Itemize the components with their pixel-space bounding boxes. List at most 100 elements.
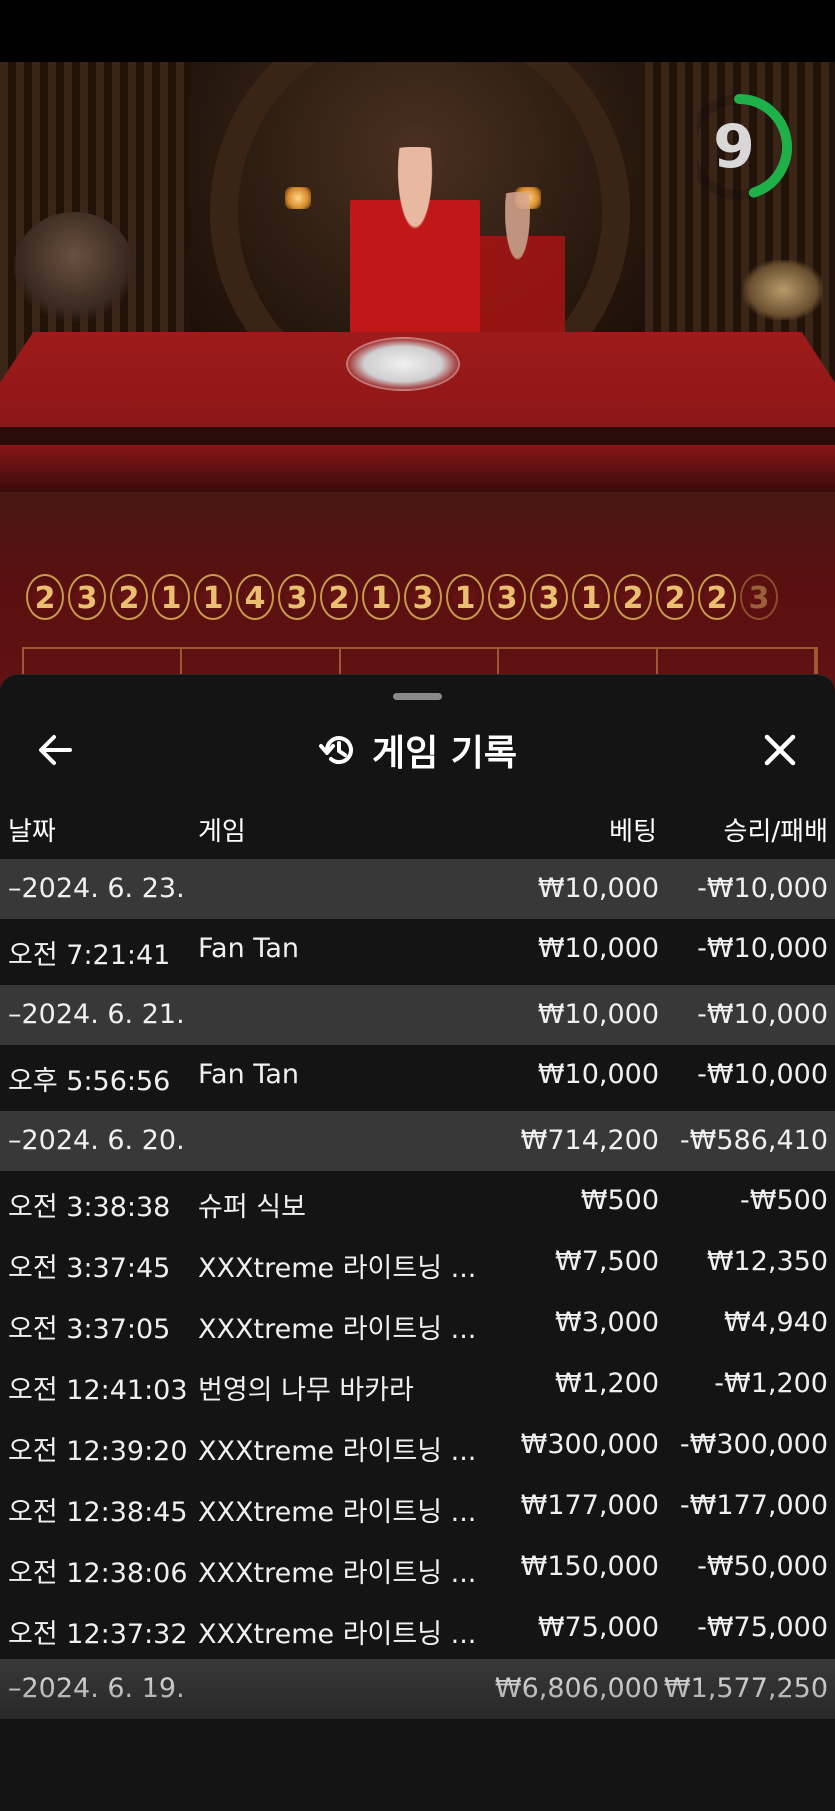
lamp [285,187,311,209]
row-win-loss: -₩75,000 [697,1612,828,1643]
row-win-loss: -₩586,410 [679,1125,828,1156]
row-time: 오전 7:21:41 [8,940,171,971]
row-win-loss: ₩1,577,250 [663,1673,828,1704]
row-bet: ₩1,200 [555,1368,659,1399]
history-row[interactable]: 오전 7:21:41 Fan Tan ₩10,000 -₩10,000 [0,919,835,985]
road-result: 3 [740,574,778,620]
road-result: 1 [194,574,232,620]
history-row[interactable]: 오전 3:38:38 슈퍼 식보 ₩500 -₩500 [0,1171,835,1232]
row-time: 오전 12:41:03 [8,1375,188,1406]
road-result: 2 [110,574,148,620]
row-bet: ₩7,500 [555,1246,659,1277]
row-win-loss: -₩10,000 [697,873,828,904]
history-row[interactable]: 오전 12:39:20 XXXtreme 라이트닝 ... ₩300,000 -₩30… [0,1415,835,1476]
sheet-header: 게임 기록 [0,705,835,795]
row-bet: ₩500 [580,1185,659,1216]
column-game: 게임 [198,817,246,847]
road-result: 4 [236,574,274,620]
row-bet: ₩177,000 [520,1490,659,1521]
table-rim [0,427,835,445]
row-bet: ₩75,000 [537,1612,659,1643]
row-time: 오후 5:56:56 [8,1066,171,1097]
row-win-loss: -₩10,000 [697,933,828,964]
row-game: XXXtreme 라이트닝 ... [198,1497,477,1528]
results-road: 232114321313312223 [26,574,782,626]
row-bet: ₩300,000 [520,1429,659,1460]
road-result: 2 [698,574,736,620]
road-result: 1 [362,574,400,620]
row-game: XXXtreme 라이트닝 ... [198,1619,477,1650]
road-result: 1 [446,574,484,620]
road-result: 2 [320,574,358,620]
row-win-loss: -₩10,000 [697,1059,828,1090]
row-game: Fan Tan [198,933,299,964]
row-win-loss: ₩12,350 [706,1246,828,1277]
close-icon [764,734,796,766]
row-game: Fan Tan [198,1059,299,1090]
row-bet: ₩10,000 [537,933,659,964]
history-row[interactable]: 오전 12:37:32 XXXtreme 라이트닝 ... ₩75,000 -₩75,… [0,1598,835,1659]
column-win-loss: 승리/패배 [723,817,828,847]
row-bet: ₩714,200 [520,1125,659,1156]
history-row[interactable]: 오전 12:38:06 XXXtreme 라이트닝 ... ₩150,000 -₩50… [0,1537,835,1598]
road-result: 2 [614,574,652,620]
date-group-row[interactable]: –2024. 6. 19. ₩6,806,000 ₩1,577,250 [0,1659,835,1719]
close-button[interactable] [755,725,805,775]
history-row[interactable]: 오전 12:38:45 XXXtreme 라이트닝 ... ₩177,000 -₩17… [0,1476,835,1537]
history-row[interactable]: 오전 3:37:45 XXXtreme 라이트닝 ... ₩7,500 ₩12,350 [0,1232,835,1293]
row-bet: ₩10,000 [537,873,659,904]
row-time: 오전 12:38:06 [8,1558,188,1589]
row-time: –2024. 6. 21. [8,999,185,1030]
row-win-loss: -₩500 [740,1185,828,1216]
road-result: 3 [404,574,442,620]
back-button[interactable] [30,725,86,775]
dragon-statue [743,260,823,320]
road-result: 3 [530,574,568,620]
row-win-loss: -₩10,000 [697,999,828,1030]
column-headers: 날짜 게임 베팅 승리/패배 [0,795,835,859]
road-result: 3 [68,574,106,620]
history-icon [318,736,353,765]
bonsai-decoration [14,212,134,322]
sheet-title: 게임 기록 [371,733,517,774]
row-win-loss: -₩1,200 [714,1368,828,1399]
row-bet: ₩3,000 [555,1307,659,1338]
history-row[interactable]: 오전 3:37:05 XXXtreme 라이트닝 ... ₩3,000 ₩4,940 [0,1293,835,1354]
row-game: XXXtreme 라이트닝 ... [198,1558,477,1589]
row-time: 오전 3:37:05 [8,1314,171,1345]
game-history-sheet: 게임 기록 날짜 게임 베팅 승리/패배 –2024. 6. 23. ₩10,00… [0,674,835,1811]
row-win-loss: -₩177,000 [679,1490,828,1521]
arrow-left-icon [39,735,72,765]
history-row[interactable]: 오전 12:41:03 번영의 나무 바카라 ₩1,200 -₩1,200 [0,1354,835,1415]
row-time: 오전 12:37:32 [8,1619,188,1650]
row-game: XXXtreme 라이트닝 ... [198,1253,477,1284]
road-result: 3 [278,574,316,620]
history-list: –2024. 6. 23. ₩10,000 -₩10,000 오전 7:21:41 Fa… [0,859,835,1719]
column-date: 날짜 [8,817,56,847]
row-time: –2024. 6. 23. [8,873,185,904]
date-group-row[interactable]: –2024. 6. 21. ₩10,000 -₩10,000 [0,985,835,1045]
row-win-loss: ₩4,940 [724,1307,828,1338]
road-result: 1 [152,574,190,620]
bead-bowl [346,337,460,391]
row-game: XXXtreme 라이트닝 ... [198,1314,477,1345]
column-bet: 베팅 [609,817,657,847]
road-result: 3 [488,574,526,620]
road-result: 1 [572,574,610,620]
row-game: XXXtreme 라이트닝 ... [198,1436,477,1467]
row-bet: ₩6,806,000 [494,1673,659,1704]
row-time: –2024. 6. 19. [8,1673,185,1704]
row-bet: ₩10,000 [537,1059,659,1090]
row-bet: ₩150,000 [520,1551,659,1582]
row-time: 오전 12:39:20 [8,1436,188,1467]
road-result: 2 [26,574,64,620]
date-group-row[interactable]: –2024. 6. 20. ₩714,200 -₩586,410 [0,1111,835,1171]
road-result: 2 [656,574,694,620]
row-game: 슈퍼 식보 [198,1192,306,1223]
history-row[interactable]: 오후 5:56:56 Fan Tan ₩10,000 -₩10,000 [0,1045,835,1111]
date-group-row[interactable]: –2024. 6. 23. ₩10,000 -₩10,000 [0,859,835,919]
row-time: 오전 3:37:45 [8,1253,171,1284]
sheet-drag-handle[interactable] [393,693,442,700]
timer-value: 9 [713,112,755,182]
row-time: –2024. 6. 20. [8,1125,185,1156]
